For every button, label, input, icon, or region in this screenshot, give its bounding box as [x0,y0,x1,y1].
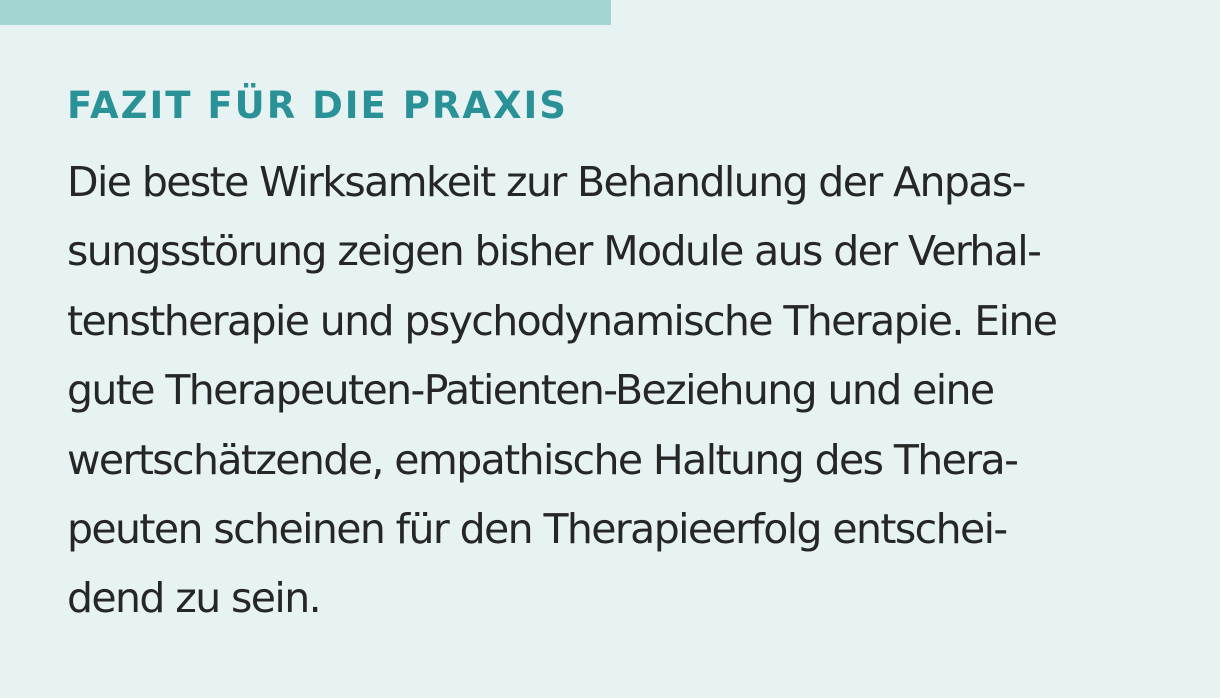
text-line: sungsstörung zeigen bisher Module aus de… [67,227,1042,276]
text-line: wertschätzende, empathische Haltung des … [67,435,1019,484]
text-line: Die beste Wirksamkeit zur Behandlung der… [67,158,1026,206]
box-heading: FAZIT FÜR DIE PRAXIS [67,84,568,127]
text-line: dend zu sein. [67,574,322,623]
text-line: tenstherapie und psychodynamische Therap… [67,296,1058,345]
text-line: peuten scheinen für den Therapieerfolg e… [67,504,1008,553]
text-line: gute Therapeuten-Patienten-Beziehung und… [67,366,995,415]
accent-bar [0,0,611,25]
summary-box: FAZIT FÜR DIE PRAXIS Die beste Wirksamke… [0,0,1220,698]
box-body-text: Die beste Wirksamkeit zur Behandlung der… [67,148,1058,634]
